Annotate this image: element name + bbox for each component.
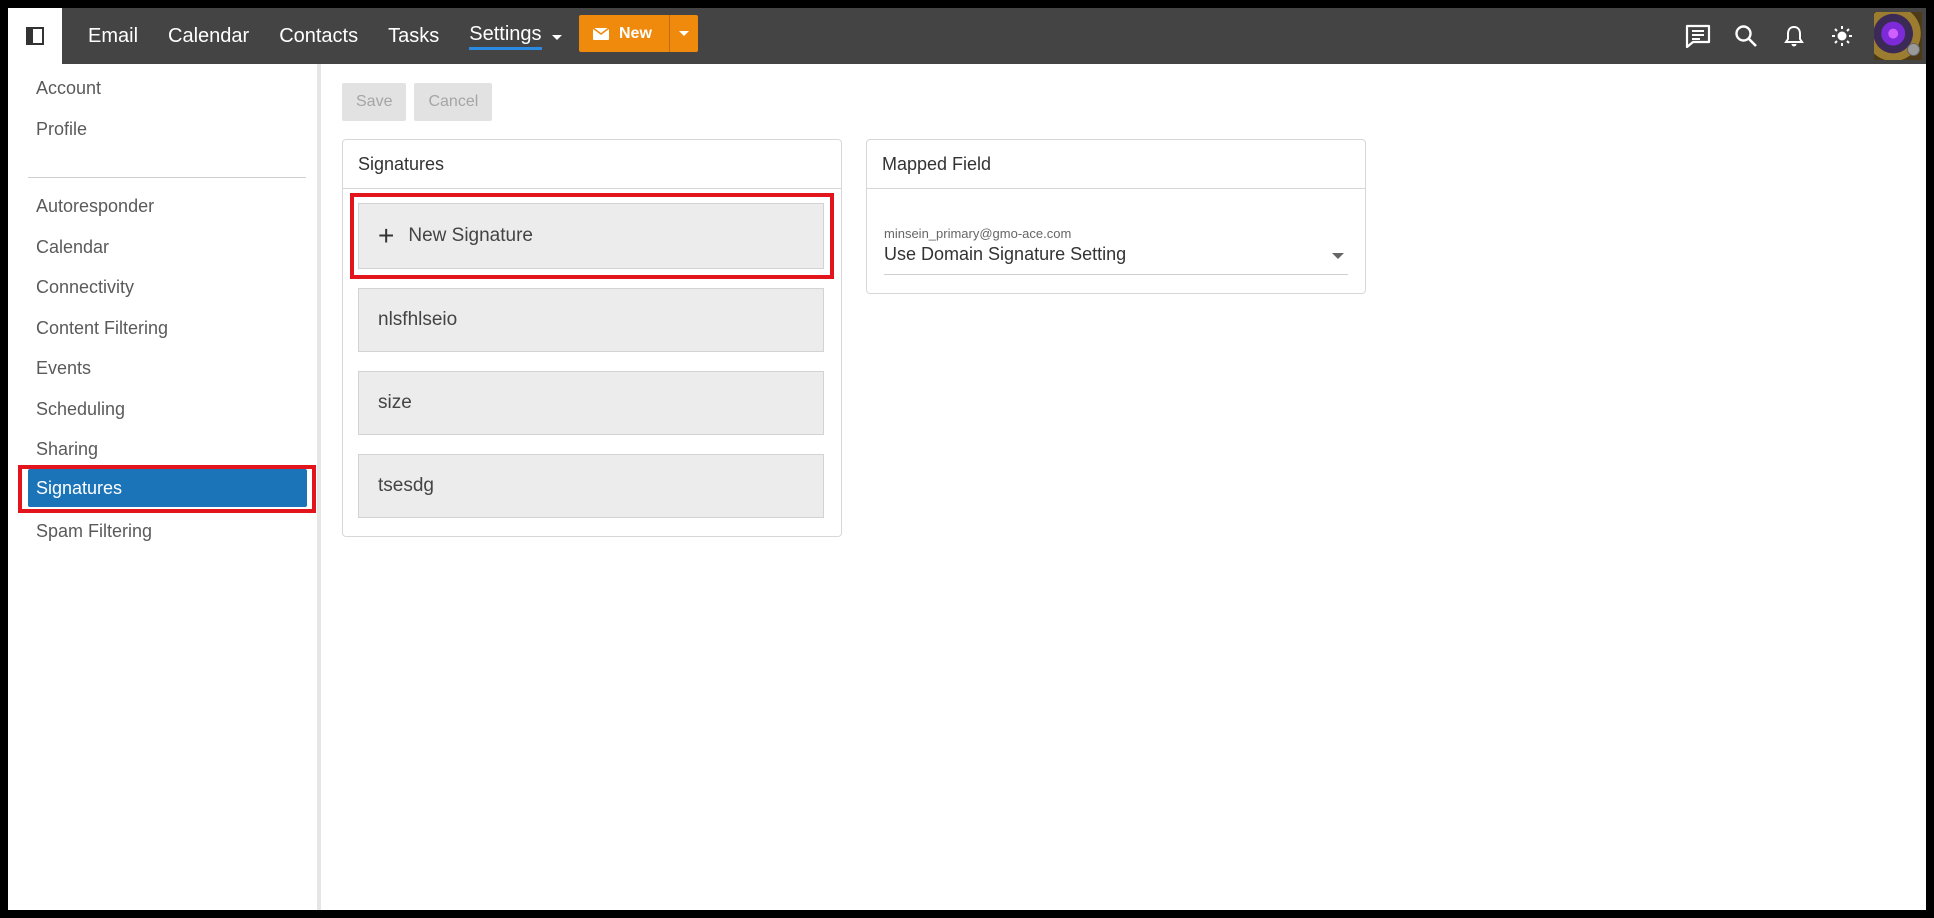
chevron-down-icon [679, 31, 690, 36]
search-icon [1735, 25, 1757, 47]
sidebar-item-autoresponder[interactable]: Autoresponder [36, 186, 314, 226]
field-label: minsein_primary@gmo-ace.com [884, 226, 1072, 241]
brightness-icon [1832, 26, 1852, 46]
chat-icon [1685, 24, 1711, 48]
nav-contacts[interactable]: Contacts [279, 25, 358, 48]
signature-item[interactable]: tsesdg [358, 454, 824, 518]
app-window: Email Calendar Contacts Tasks Settings N… [8, 8, 1926, 910]
chat-button[interactable] [1674, 8, 1722, 64]
select-value: Use Domain Signature Setting [884, 244, 1127, 264]
main-nav: Email Calendar Contacts Tasks Settings [88, 8, 592, 64]
sidebar-item-profile[interactable]: Profile [36, 109, 314, 149]
sidebar-item-events[interactable]: Events [36, 348, 314, 388]
sidebar-item-scheduling[interactable]: Scheduling [36, 389, 314, 429]
nav-tasks[interactable]: Tasks [388, 25, 439, 48]
cancel-button[interactable]: Cancel [414, 83, 493, 121]
sidebar-toggle-icon [26, 27, 44, 45]
signatures-panel-title: Signatures [343, 140, 841, 189]
sidebar-item-calendar[interactable]: Calendar [36, 227, 314, 267]
sidebar-item-connectivity[interactable]: Connectivity [36, 267, 314, 307]
new-button-group: New [579, 15, 698, 52]
avatar[interactable] [1874, 12, 1922, 60]
nav-settings[interactable]: Settings [469, 23, 562, 50]
top-bar: Email Calendar Contacts Tasks Settings N… [8, 8, 1926, 64]
settings-sidebar: Account Profile Autoresponder Calendar C… [8, 64, 321, 910]
save-button[interactable]: Save [342, 83, 407, 121]
sidebar-item-spam-filtering[interactable]: Spam Filtering [36, 511, 314, 551]
theme-toggle-button[interactable] [1818, 8, 1866, 64]
mapped-field-panel-title: Mapped Field [867, 140, 1365, 189]
new-dropdown-button[interactable] [669, 15, 698, 52]
action-toolbar: Save Cancel [342, 83, 500, 121]
sidebar-item-account[interactable]: Account [36, 68, 314, 108]
signature-item[interactable]: size [358, 371, 824, 435]
nav-calendar[interactable]: Calendar [168, 25, 249, 48]
search-button[interactable] [1722, 8, 1770, 64]
chevron-down-icon [551, 34, 562, 40]
new-signature-button[interactable]: + New Signature [358, 203, 824, 269]
mail-icon [593, 27, 609, 40]
bell-icon [1784, 25, 1804, 47]
chevron-down-icon [1332, 253, 1344, 259]
sidebar-item-sharing[interactable]: Sharing [36, 429, 314, 469]
presence-status-icon [1907, 43, 1920, 56]
signatures-panel: Signatures + New Signature nlsfhlseio si… [342, 139, 842, 537]
mapped-field-panel: Mapped Field minsein_primary@gmo-ace.com… [866, 139, 1366, 294]
top-icons [1674, 8, 1926, 64]
sidebar-item-content-filtering[interactable]: Content Filtering [36, 308, 314, 348]
sidebar-item-signatures[interactable]: Signatures [28, 469, 307, 507]
notifications-button[interactable] [1770, 8, 1818, 64]
nav-email[interactable]: Email [88, 25, 138, 48]
plus-icon: + [378, 220, 395, 251]
signature-item[interactable]: nlsfhlseio [358, 288, 824, 352]
sidebar-divider [28, 177, 306, 178]
new-button[interactable]: New [579, 15, 669, 52]
signature-mapping-select[interactable]: Use Domain Signature Setting [884, 244, 1348, 275]
new-signature-label: New Signature [408, 225, 533, 246]
sidebar-toggle-button[interactable] [8, 8, 62, 64]
